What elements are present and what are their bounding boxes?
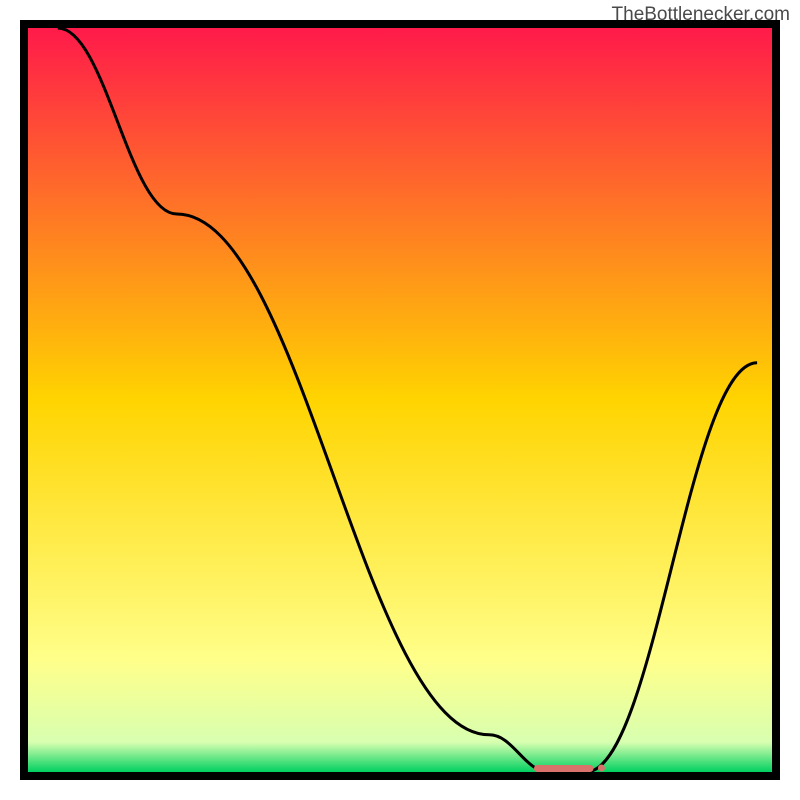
bottleneck-chart [0,0,800,800]
plot-background [28,28,772,772]
watermark-text: TheBottlenecker.com [612,4,790,26]
chart-container: TheBottlenecker.com [0,0,800,800]
